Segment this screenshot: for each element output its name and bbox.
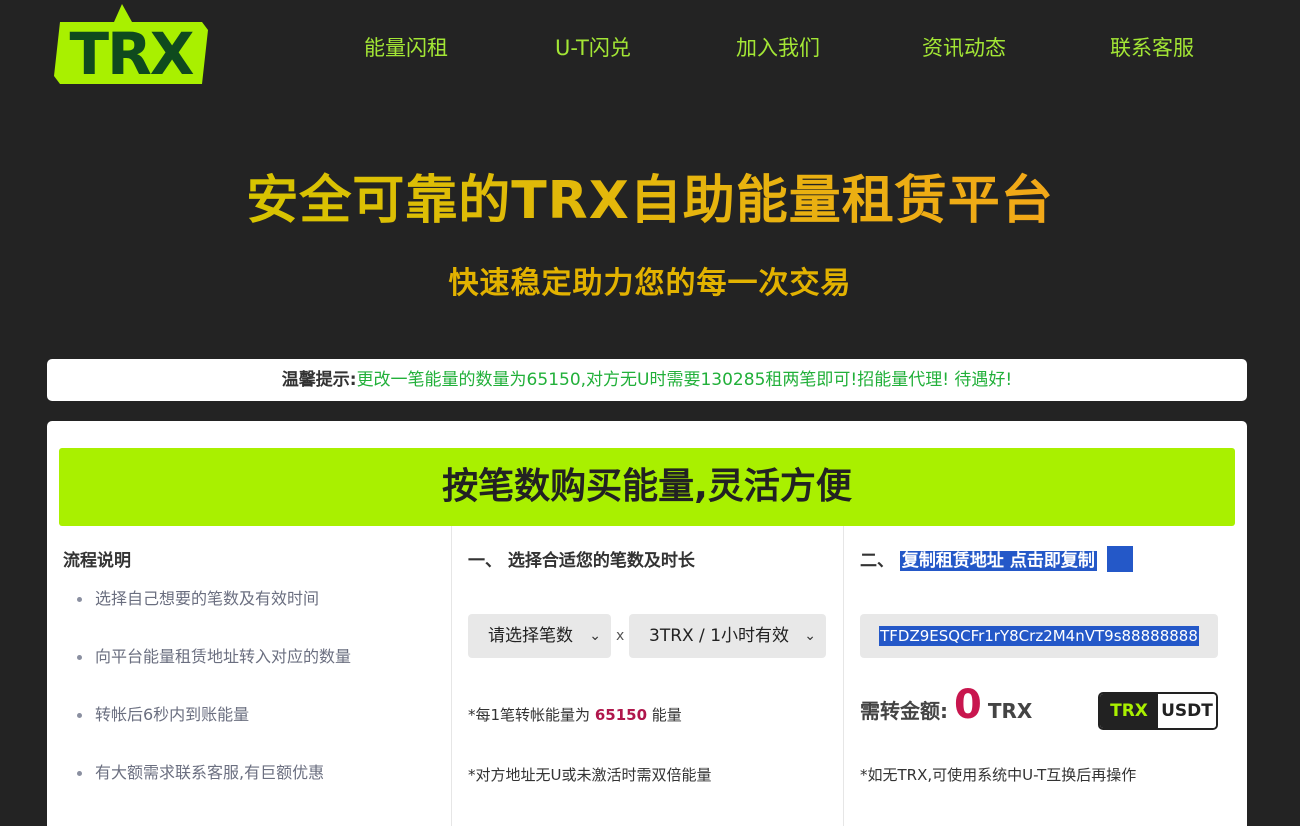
count-select-value: 请选择笔数 <box>488 626 573 646</box>
energy-note-prefix: *每1笔转帐能量为 <box>468 706 591 724</box>
copy-column: 二、 复制租赁地址 点击即复制 TFDZ9ESQCFr1rY8Crz2M4nVT… <box>843 526 1247 826</box>
amount-label: 需转金额: <box>860 699 948 723</box>
header: TRX 能量闪租 U-T闪兑 加入我们 资讯动态 联系客服 <box>0 0 1300 100</box>
purchase-banner: 按笔数购买能量,灵活方便 <box>59 448 1235 526</box>
duration-select-value: 3TRX / 1小时有效 <box>649 626 790 646</box>
copy-step-title[interactable]: 二、 复制租赁地址 点击即复制 <box>860 546 1133 574</box>
rental-address[interactable]: TFDZ9ESQCFr1rY8Crz2M4nVT9s88888888 <box>860 614 1218 658</box>
times-sign: x <box>616 628 625 644</box>
rental-address-text: TFDZ9ESQCFr1rY8Crz2M4nVT9s88888888 <box>879 626 1199 646</box>
process-step: 向平台能量租赁地址转入对应的数量 <box>75 644 351 702</box>
nav-item-join-us[interactable]: 加入我们 <box>736 30 820 66</box>
amount-value: 0 <box>954 682 982 728</box>
process-title: 流程说明 <box>63 551 131 571</box>
purchase-card: 按笔数购买能量,灵活方便 流程说明 选择自己想要的笔数及有效时间 向平台能量租赁… <box>47 421 1247 826</box>
select-column: 一、 选择合适您的笔数及时长 请选择笔数 ⌄ x 3TRX / 1小时有效 ⌄ … <box>451 526 843 826</box>
nav-item-energy-rental[interactable]: 能量闪租 <box>364 30 448 66</box>
transfer-amount: 需转金额: 0 TRX <box>860 682 1032 728</box>
process-steps: 选择自己想要的笔数及有效时间 向平台能量租赁地址转入对应的数量 转帐后6秒内到账… <box>75 586 351 818</box>
notice-label: 温馨提示: <box>281 370 357 390</box>
process-step: 有大额需求联系客服,有巨额优惠 <box>75 760 351 818</box>
qr-code-icon[interactable] <box>1106 546 1133 572</box>
swap-note: *如无TRX,可使用系统中U-T互换后再操作 <box>860 766 1137 784</box>
notice-bar: 温馨提示:更改一笔能量的数量为65150,对方无U时需要130285租两笔即可!… <box>47 359 1247 401</box>
notice-message: 更改一笔能量的数量为65150,对方无U时需要130285租两笔即可!招能量代理… <box>356 370 1013 390</box>
chevron-down-icon: ⌄ <box>804 628 816 644</box>
energy-note-suffix: 能量 <box>651 706 682 724</box>
currency-toggle: TRX USDT <box>1098 692 1218 730</box>
double-energy-note: *对方地址无U或未激活时需双倍能量 <box>468 766 712 784</box>
nav-item-ut-exchange[interactable]: U-T闪兑 <box>555 30 631 66</box>
hero-title: 安全可靠的TRX自助能量租赁平台 <box>0 158 1300 233</box>
process-step: 选择自己想要的笔数及有效时间 <box>75 586 351 644</box>
energy-note-value: 65150 <box>594 706 648 724</box>
toggle-trx[interactable]: TRX <box>1100 694 1158 728</box>
select-step-title: 一、 选择合适您的笔数及时长 <box>468 551 695 571</box>
main-nav: 能量闪租 U-T闪兑 加入我们 资讯动态 联系客服 <box>0 30 1300 66</box>
count-select[interactable]: 请选择笔数 ⌄ <box>468 614 611 658</box>
copy-step-prefix: 二、 <box>860 551 894 571</box>
process-step: 转帐后6秒内到账能量 <box>75 702 351 760</box>
nav-item-news[interactable]: 资讯动态 <box>922 30 1006 66</box>
nav-item-support[interactable]: 联系客服 <box>1110 30 1194 66</box>
copy-address-link[interactable]: 复制租赁地址 点击即复制 <box>899 551 1097 571</box>
hero-subtitle: 快速稳定助力您的每一次交易 <box>448 266 852 301</box>
process-column: 流程说明 选择自己想要的笔数及有效时间 向平台能量租赁地址转入对应的数量 转帐后… <box>47 526 451 826</box>
hero-title-text: 安全可靠的TRX自助能量租赁平台 <box>246 171 1054 231</box>
energy-note: *每1笔转帐能量为 65150 能量 <box>468 704 682 725</box>
chevron-down-icon: ⌄ <box>589 628 601 644</box>
toggle-usdt[interactable]: USDT <box>1158 694 1216 728</box>
duration-select[interactable]: 3TRX / 1小时有效 ⌄ <box>629 614 826 658</box>
amount-unit: TRX <box>987 699 1033 723</box>
